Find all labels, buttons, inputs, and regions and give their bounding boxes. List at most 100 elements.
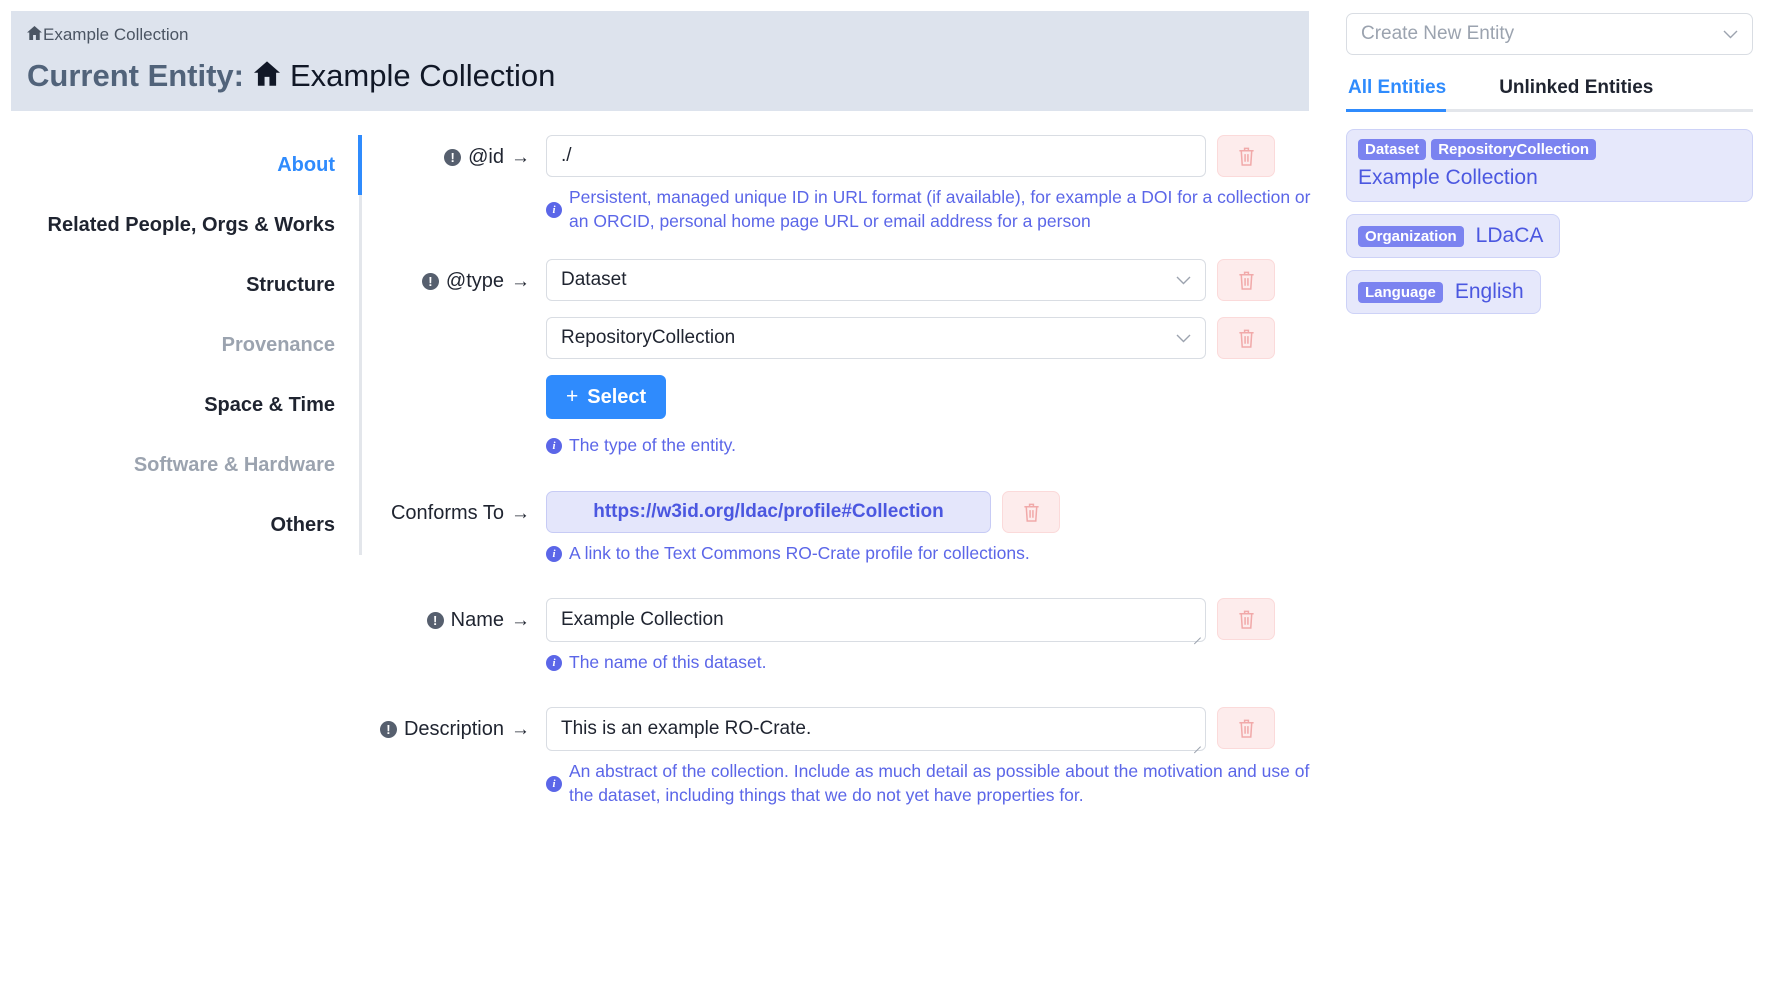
field-description-help-text: An abstract of the collection. Include a… [569, 761, 1310, 806]
resize-handle[interactable] [1192, 629, 1203, 640]
delete-description-button[interactable] [1217, 707, 1275, 750]
exclamation-circle-icon: ! [426, 612, 444, 630]
delete-type-2-button[interactable] [1217, 317, 1275, 360]
description-input-value: This is an example RO-Crate. [561, 718, 812, 740]
entity-card-badges: Dataset RepositoryCollection [1358, 139, 1741, 160]
field-description-label: ! Description → [379, 707, 530, 741]
arrow-icon: → [511, 609, 530, 631]
section-nav-list: About Related People, Orgs & Works Struc… [0, 135, 362, 556]
trash-icon [1237, 270, 1256, 291]
current-entity-name: Example Collection [290, 58, 556, 93]
field-id-help-text: Persistent, managed unique ID in URL for… [569, 187, 1311, 232]
trash-icon [1237, 718, 1256, 739]
arrow-icon: → [511, 270, 530, 292]
chevron-down-icon [1176, 334, 1191, 343]
exclamation-circle-icon: ! [444, 149, 462, 167]
field-conforms-to-help-text: A link to the Text Commons RO-Crate prof… [569, 543, 1030, 564]
sidebar-item-space-time[interactable]: Space & Time [0, 375, 362, 435]
nav-rail [359, 135, 362, 556]
chevron-down-icon [1723, 30, 1738, 39]
description-input[interactable]: This is an example RO-Crate. [546, 707, 1206, 752]
main-column: Example Collection Current Entity: Examp… [0, 0, 1330, 984]
status-badge: Organization [1358, 225, 1464, 247]
chevron-down-icon [1176, 276, 1191, 285]
field-conforms-to-label: Conforms To → [388, 491, 530, 525]
sidebar-item-software-hardware[interactable]: Software & Hardware [0, 435, 362, 495]
field-type: ! @type → Dataset RepositoryCollection +… [388, 259, 1320, 457]
field-conforms-to-label-text: Conforms To [390, 502, 504, 525]
resize-handle[interactable] [1192, 738, 1203, 749]
status-badge: RepositoryCollection [1431, 139, 1597, 160]
breadcrumb-label[interactable]: Example Collection [43, 25, 189, 45]
trash-icon [1237, 609, 1256, 630]
field-description-label-text: Description [403, 718, 504, 741]
info-circle-icon: i [546, 655, 562, 672]
current-entity-label: Current Entity: [27, 58, 244, 93]
trash-icon [1022, 502, 1041, 523]
id-input[interactable]: ./ [546, 135, 1206, 178]
field-name: ! Name → Example Collection i The name o… [388, 598, 1320, 674]
field-type-help: i The type of the entity. [546, 433, 1320, 457]
entity-card-name: LDaCA [1475, 224, 1544, 247]
sidebar-item-structure[interactable]: Structure [0, 255, 362, 315]
property-form: ! @id → ./ i Persistent, managed unique … [362, 135, 1330, 831]
field-id-label: ! @id → [388, 135, 530, 169]
entity-card-name: Example Collection [1358, 166, 1538, 189]
field-id-help: i Persistent, managed unique ID in URL f… [546, 185, 1320, 233]
info-circle-icon: i [546, 202, 562, 219]
add-type-select-button[interactable]: + Select [546, 375, 667, 420]
field-type-help-text: The type of the entity. [569, 435, 736, 456]
name-input[interactable]: Example Collection [546, 598, 1206, 643]
info-circle-icon: i [546, 546, 562, 563]
editor-body: About Related People, Orgs & Works Struc… [0, 135, 1330, 831]
current-entity-title: Current Entity: Example Collection [27, 58, 1293, 93]
add-type-select-label: Select [587, 385, 647, 408]
type-select-1[interactable]: Dataset [546, 259, 1206, 302]
home-icon [27, 26, 42, 44]
entities-tabs: All Entities Unlinked Entities [1346, 71, 1753, 112]
field-id-label-text: @id [468, 146, 504, 169]
info-circle-icon: i [546, 776, 562, 793]
plus-icon: + [566, 385, 579, 409]
conforms-to-link[interactable]: https://w3id.org/ldac/profile#Collection [546, 491, 991, 534]
field-name-help-text: The name of this dataset. [569, 652, 767, 673]
breadcrumb[interactable]: Example Collection [27, 25, 1293, 45]
sidebar-item-about[interactable]: About [0, 135, 362, 195]
delete-type-1-button[interactable] [1217, 259, 1275, 302]
tab-all-entities[interactable]: All Entities [1346, 71, 1456, 112]
tab-unlinked-entities[interactable]: Unlinked Entities [1497, 71, 1663, 109]
field-description-help: i An abstract of the collection. Include… [546, 759, 1320, 807]
exclamation-circle-icon: ! [379, 721, 397, 739]
type-select-2-value: RepositoryCollection [561, 327, 736, 349]
field-type-label: ! @type → [388, 259, 530, 293]
type-select-2[interactable]: RepositoryCollection [546, 317, 1206, 360]
delete-conforms-to-button[interactable] [1002, 491, 1060, 534]
delete-name-button[interactable] [1217, 598, 1275, 641]
trash-icon [1237, 328, 1256, 349]
field-type-label-text: @type [445, 270, 504, 293]
info-circle-icon: i [546, 438, 562, 455]
entities-panel: Create New Entity All Entities Unlinked … [1330, 0, 1769, 984]
field-id: ! @id → ./ i Persistent, managed unique … [388, 135, 1320, 233]
arrow-icon: → [511, 718, 530, 740]
entity-card-ldaca[interactable]: Organization LDaCA [1346, 214, 1561, 258]
entity-editor-app: Example Collection Current Entity: Examp… [0, 0, 1769, 984]
field-conforms-to-help: i A link to the Text Commons RO-Crate pr… [546, 541, 1320, 565]
entity-card-name: English [1454, 280, 1524, 303]
sidebar-item-provenance[interactable]: Provenance [0, 315, 362, 375]
sidebar-item-others[interactable]: Others [0, 495, 362, 555]
sidebar-item-related-people-orgs-works[interactable]: Related People, Orgs & Works [0, 195, 362, 255]
field-name-label-text: Name [450, 609, 504, 632]
exclamation-circle-icon: ! [421, 273, 439, 291]
create-new-entity-placeholder: Create New Entity [1361, 23, 1515, 44]
arrow-icon: → [511, 502, 530, 524]
delete-id-button[interactable] [1217, 135, 1275, 178]
create-new-entity-select[interactable]: Create New Entity [1346, 13, 1753, 55]
entity-card-english[interactable]: Language English [1346, 270, 1541, 314]
name-input-value: Example Collection [561, 609, 724, 631]
entity-card-example-collection[interactable]: Dataset RepositoryCollection Example Col… [1346, 129, 1753, 202]
entity-header: Example Collection Current Entity: Examp… [11, 11, 1309, 112]
nav-active-indicator [358, 135, 362, 196]
type-select-1-value: Dataset [561, 269, 627, 291]
arrow-icon: → [511, 146, 530, 168]
